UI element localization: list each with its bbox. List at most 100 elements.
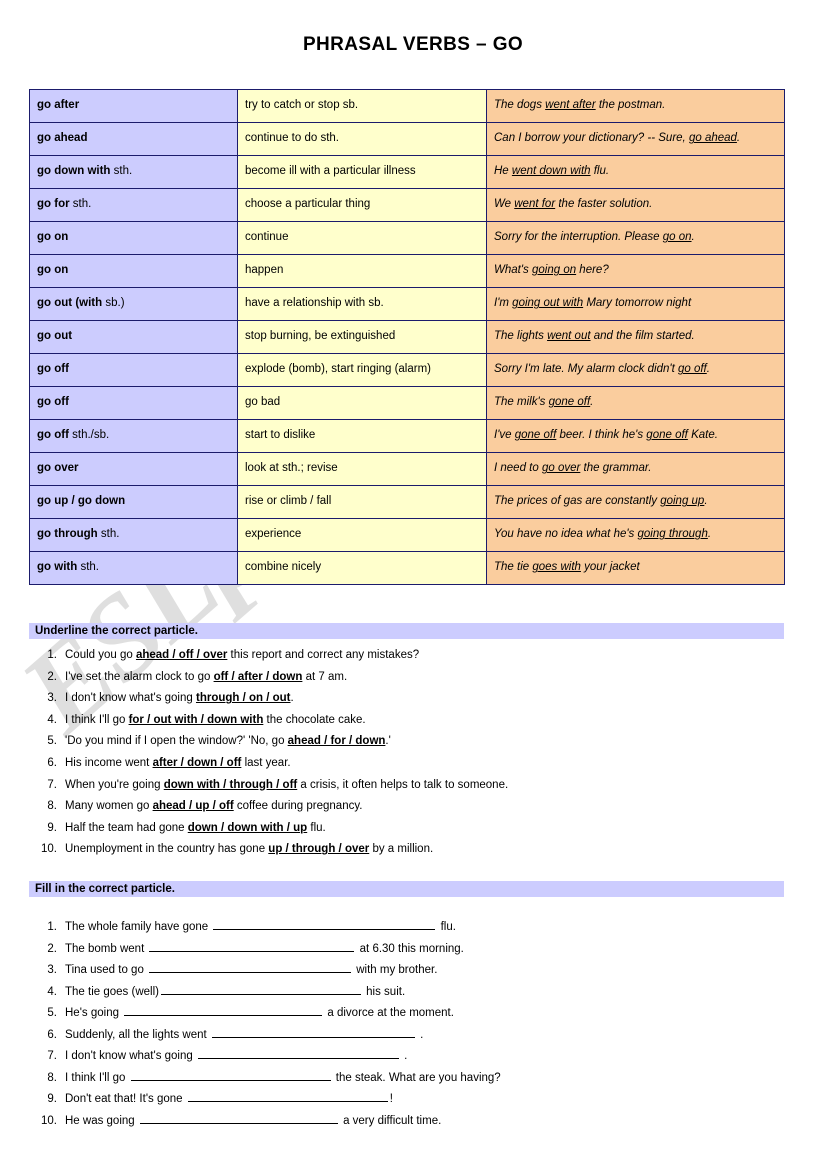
- list-item: 10. He was going a very difficult time.: [29, 1111, 809, 1133]
- list-item: 6. Suddenly, all the lights went .: [29, 1025, 809, 1047]
- item-number: 8.: [47, 800, 57, 813]
- list-item: 9. Half the team had gone down / down wit…: [29, 818, 809, 840]
- item-text: Could you go ahead / off / over this rep…: [65, 649, 420, 661]
- item-number: 2.: [47, 942, 57, 955]
- verb-suffix: sth.: [77, 561, 99, 574]
- item-number: 1.: [47, 649, 57, 661]
- particle-options[interactable]: through / on / out: [196, 692, 291, 704]
- answer-blank[interactable]: [130, 1070, 331, 1081]
- example-highlight: go off: [677, 363, 707, 376]
- item-text: I think I'll go the steak. What are you …: [65, 1070, 501, 1084]
- answer-blank[interactable]: [213, 919, 436, 930]
- table-row: go off sth./sb. start to dislike I've gone…: [29, 419, 785, 453]
- verb-cell: go out: [29, 320, 238, 354]
- item-text: 'Do you mind if I open the window?' 'No,…: [65, 735, 391, 748]
- verb-cell: go for sth.: [29, 188, 238, 222]
- particle-options[interactable]: ahead / up / off: [153, 800, 234, 812]
- example-highlight: go over: [541, 462, 581, 475]
- verb-cell: go up / go down: [29, 485, 238, 519]
- list-item: 4. The tie goes (well) his suit.: [29, 982, 809, 1004]
- list-item: 8. I think I'll go the steak. What are yo…: [29, 1068, 809, 1090]
- example-cell: Sorry for the interruption. Please go on…: [486, 221, 785, 255]
- table-row: go for sth. choose a particular thing We w…: [29, 188, 785, 222]
- underline-exercise-list: 1. Could you go ahead / off / over this r…: [29, 645, 809, 861]
- example-cell: He went down with flu.: [486, 155, 785, 189]
- particle-options[interactable]: for / out with / down with: [129, 714, 264, 726]
- table-row: go ahead continue to do sth. Can I borrow …: [29, 122, 785, 156]
- list-item: 2. I've set the alarm clock to go off / a…: [29, 667, 809, 689]
- example-cell: The dogs went after the postman.: [486, 89, 785, 123]
- item-number: 2.: [47, 670, 57, 683]
- answer-blank[interactable]: [139, 1113, 338, 1124]
- item-text: His income went after / down / off last …: [65, 756, 291, 769]
- item-number: 9.: [47, 1093, 57, 1105]
- table-row: go over look at sth.; revise I need to go …: [29, 452, 785, 486]
- list-item: 3. Tina used to go with my brother.: [29, 960, 809, 982]
- definition-cell: continue: [237, 221, 487, 255]
- table-row: go through sth. experience You have no ide…: [29, 518, 785, 552]
- answer-blank[interactable]: [197, 1048, 399, 1059]
- item-number: 1.: [47, 921, 57, 933]
- definition-cell: become ill with a particular illness: [237, 155, 487, 189]
- example-cell: I'm going out with Mary tomorrow night: [486, 287, 785, 321]
- answer-blank[interactable]: [149, 941, 355, 952]
- particle-options[interactable]: ahead / off / over: [136, 649, 227, 661]
- verb-suffix: sb.): [102, 297, 125, 310]
- table-row: go off explode (bomb), start ringing (ala…: [29, 353, 785, 387]
- particle-options[interactable]: down with / through / off: [164, 779, 298, 791]
- answer-blank[interactable]: [187, 1091, 388, 1102]
- verb-cell: go after: [29, 89, 238, 123]
- verb-suffix: sth.: [110, 165, 133, 178]
- item-text: Suddenly, all the lights went .: [65, 1027, 424, 1041]
- list-item: 5. 'Do you mind if I open the window?' 'N…: [29, 731, 809, 753]
- example-highlight: going through: [637, 528, 708, 541]
- item-number: 3.: [47, 964, 57, 976]
- page-title: PHRASAL VERBS – GO: [302, 34, 524, 55]
- definition-cell: happen: [237, 254, 487, 288]
- list-item: 2. The bomb went at 6.30 this morning.: [29, 939, 809, 961]
- verb-cell: go off: [29, 386, 238, 420]
- definition-cell: go bad: [237, 386, 487, 420]
- list-item: 7. I don't know what's going .: [29, 1046, 809, 1068]
- particle-options[interactable]: up / through / over: [268, 843, 369, 855]
- example-cell: The prices of gas are constantly going u…: [486, 485, 785, 519]
- answer-blank[interactable]: [124, 1005, 323, 1016]
- verb-suffix: sth.: [97, 528, 120, 541]
- example-highlight: goes with: [532, 561, 581, 574]
- example-cell: Can I borrow your dictionary? -- Sure, g…: [486, 122, 785, 156]
- definition-cell: have a relationship with sb.: [237, 287, 487, 321]
- answer-blank[interactable]: [160, 984, 361, 995]
- answer-blank[interactable]: [149, 962, 352, 973]
- item-text: He's going a divorce at the moment.: [65, 1005, 454, 1019]
- particle-options[interactable]: ahead / for / down: [288, 735, 386, 747]
- item-number: 4.: [47, 985, 57, 998]
- example-cell: Sorry I'm late. My alarm clock didn't go…: [486, 353, 785, 387]
- definition-cell: rise or climb / fall: [237, 485, 487, 519]
- verb-cell: go with sth.: [29, 551, 238, 585]
- example-cell: We went for the faster solution.: [486, 188, 785, 222]
- answer-blank[interactable]: [211, 1027, 415, 1038]
- particle-options[interactable]: off / after / down: [214, 671, 303, 683]
- table-row: go off go bad The milk's gone off.: [29, 386, 785, 420]
- particle-options[interactable]: after / down / off: [153, 757, 242, 769]
- example-highlight: gone off: [646, 429, 688, 442]
- item-number: 3.: [47, 692, 57, 705]
- verb-cell: go out (with sb.): [29, 287, 238, 321]
- item-text: The tie goes (well) his suit.: [65, 984, 406, 998]
- item-text: The whole family have gone flu.: [65, 919, 456, 933]
- list-item: 9. Don't eat that! It's gone !: [29, 1089, 809, 1111]
- example-highlight: go on: [662, 231, 692, 244]
- phrasal-verbs-table: go after try to catch or stop sb. The dogs…: [29, 89, 785, 585]
- table-row: go up / go down rise or climb / fall The p…: [29, 485, 785, 519]
- particle-options[interactable]: down / down with / up: [188, 822, 307, 834]
- item-number: 8.: [47, 1071, 57, 1084]
- list-item: 6. His income went after / down / off las…: [29, 753, 809, 775]
- example-cell: The milk's gone off.: [486, 386, 785, 420]
- definition-cell: continue to do sth.: [237, 122, 487, 156]
- section-heading-underline: Underline the correct particle.: [29, 623, 784, 639]
- item-text: Tina used to go with my brother.: [65, 962, 438, 976]
- definition-cell: combine nicely: [237, 551, 487, 585]
- example-highlight: going up: [660, 495, 705, 508]
- verb-cell: go on: [29, 221, 238, 255]
- table-row: go on happen What's going on here?: [29, 254, 785, 288]
